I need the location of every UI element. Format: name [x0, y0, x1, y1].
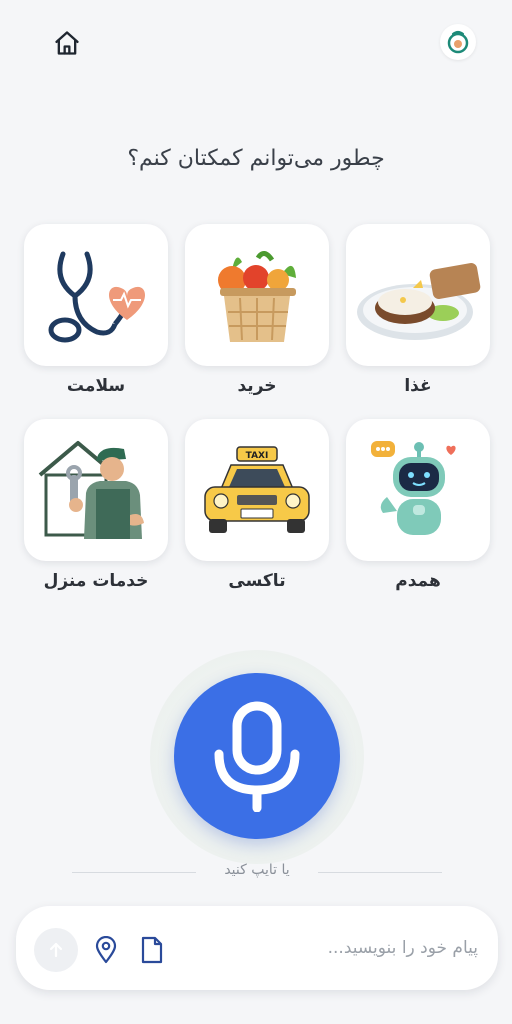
- taxi-sign-text: TAXI: [246, 451, 269, 461]
- microphone-icon: [214, 701, 300, 812]
- service-label: غذا: [404, 376, 432, 396]
- message-input[interactable]: [186, 928, 478, 968]
- service-home-services[interactable]: خدمات منزل: [24, 419, 168, 591]
- voice-input-button[interactable]: [174, 673, 340, 839]
- service-label: خدمات منزل: [43, 571, 149, 591]
- taxi-icon: TAXI: [204, 446, 310, 533]
- service-card[interactable]: [185, 224, 329, 366]
- service-food[interactable]: غذا: [346, 224, 490, 396]
- help-prompt: چطور می‌توانم کمکتان کنم؟: [127, 146, 385, 171]
- robot-companion-icon: [371, 441, 456, 535]
- or-type-label: یا تایپ کنید: [224, 862, 290, 878]
- service-label: همدم: [395, 571, 441, 591]
- divider-right: [318, 872, 442, 873]
- service-label: خرید: [237, 376, 277, 396]
- service-companion[interactable]: همدم: [346, 419, 490, 591]
- service-grid: غذا خرید سلامت همدم TAXI تاکسی خدمات منز…: [24, 224, 490, 604]
- document-icon: [141, 936, 163, 964]
- divider-left: [72, 872, 196, 873]
- service-shopping[interactable]: خرید: [185, 224, 329, 396]
- service-card[interactable]: [24, 419, 168, 561]
- home-icon: [55, 31, 79, 55]
- home-screen: چطور می‌توانم کمکتان کنم؟ غذا: [0, 0, 512, 1024]
- send-button[interactable]: [34, 928, 78, 972]
- stethoscope-heart-icon: [48, 251, 145, 343]
- service-card[interactable]: [24, 224, 168, 366]
- arrow-up-icon: [49, 942, 63, 958]
- home-button[interactable]: [50, 26, 84, 60]
- location-pin-icon: [95, 936, 117, 964]
- message-composer: [16, 906, 498, 990]
- repairman-icon: [38, 441, 144, 539]
- service-label: سلامت: [66, 376, 126, 396]
- app-logo-icon: [447, 30, 469, 54]
- app-logo[interactable]: [440, 24, 476, 60]
- location-button[interactable]: [92, 934, 120, 966]
- service-card[interactable]: [346, 224, 490, 366]
- attach-file-button[interactable]: [138, 934, 166, 966]
- service-health[interactable]: سلامت: [24, 224, 168, 396]
- service-taxi[interactable]: TAXI تاکسی: [185, 419, 329, 591]
- vegetable-basket-icon: [218, 251, 296, 342]
- service-label: تاکسی: [228, 571, 286, 591]
- service-card[interactable]: [346, 419, 490, 561]
- service-card[interactable]: TAXI: [185, 419, 329, 561]
- food-plate-icon: [357, 263, 481, 340]
